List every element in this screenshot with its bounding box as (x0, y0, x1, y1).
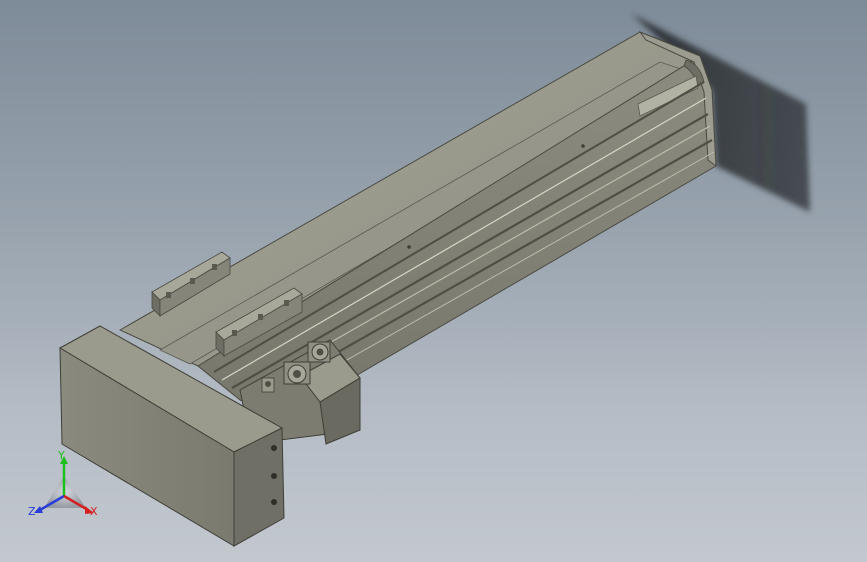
graphics-viewport[interactable]: Y Z X (0, 0, 867, 562)
triad-y-label: Y (58, 449, 65, 462)
triad-x-label: X (90, 505, 98, 518)
triad-z-label: Z (28, 505, 36, 518)
beam-hole-1 (407, 245, 411, 249)
t-slot-groove-1 (213, 81, 705, 373)
beam-front-face (197, 55, 717, 421)
3d-model-view[interactable] (0, 0, 867, 562)
cap-hole-3 (271, 499, 277, 505)
view-orientation-triad[interactable]: Y Z X (24, 448, 104, 520)
cap-hole-2 (271, 473, 277, 479)
cap-hole-1 (271, 445, 277, 451)
beam-hole-2 (581, 144, 585, 148)
